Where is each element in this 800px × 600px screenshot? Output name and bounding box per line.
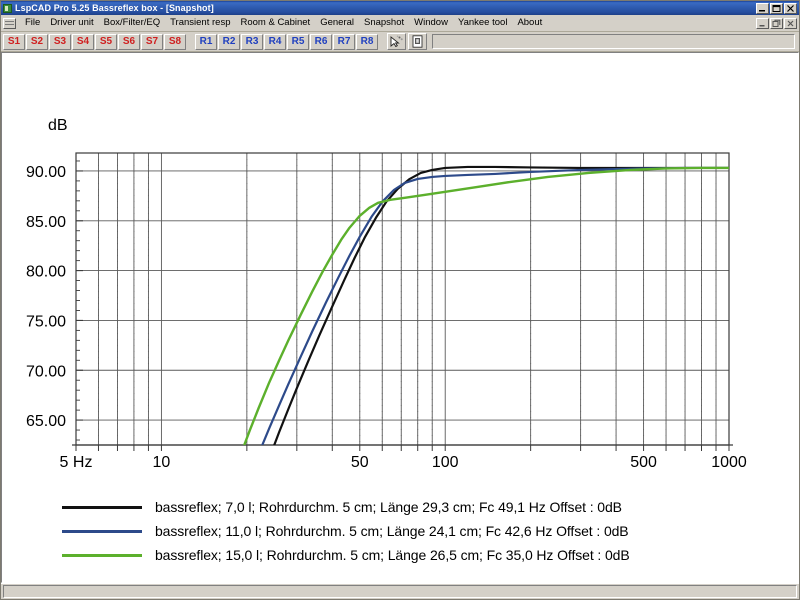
mdi-restore-button[interactable] [770,17,783,29]
menu-item-room-cabinet[interactable]: Room & Cabinet [235,16,315,30]
window-title: LspCAD Pro 5.25 Bassreflex box - [Snapsh… [15,3,214,13]
snapshot-button-s6[interactable]: S6 [118,33,140,50]
snapshot-button-s8[interactable]: S8 [164,33,186,50]
print-preview-icon[interactable] [408,33,427,50]
y-axis-tick-label: 65.00 [26,413,66,430]
status-text [3,585,797,598]
reference-button-r3[interactable]: R3 [241,33,263,50]
x-axis-tick-label: 500 [630,454,657,471]
legend-item: bassreflex; 7,0 l; Rohrdurchm. 5 cm; Län… [2,495,792,519]
mdi-system-menu-icon[interactable] [3,17,16,29]
x-axis-tick-label: 10 [153,454,171,471]
snapshot-button-s2[interactable]: S2 [26,33,48,50]
minimize-button[interactable] [756,2,769,14]
menu-item-general[interactable]: General [315,16,359,30]
cursor-tool-icon[interactable] [387,33,406,50]
x-axis-tick-label: 5 Hz [60,454,93,471]
mdi-window-controls [756,17,799,29]
menu-item-snapshot[interactable]: Snapshot [359,16,409,30]
title-bar: LspCAD Pro 5.25 Bassreflex box - [Snapsh… [1,1,799,15]
status-bar [1,583,799,599]
y-axis-tick-label: 80.00 [26,264,66,281]
y-axis-title: dB [48,117,68,134]
menu-item-about[interactable]: About [512,16,547,30]
reference-button-r1[interactable]: R1 [195,33,217,50]
snapshot-button-s5[interactable]: S5 [95,33,117,50]
x-axis-tick-label: 100 [432,454,459,471]
menu-item-transient-resp[interactable]: Transient resp [165,16,235,30]
legend-item: bassreflex; 11,0 l; Rohrdurchm. 5 cm; Lä… [2,519,792,543]
snapshot-button-s4[interactable]: S4 [72,33,94,50]
y-axis-tick-label: 70.00 [26,363,66,380]
menu-item-window[interactable]: Window [409,16,453,30]
menu-item-yankee-tool[interactable]: Yankee tool [453,16,512,30]
window-controls [756,2,798,14]
menu-item-driver-unit[interactable]: Driver unit [45,16,98,30]
legend-swatch-series-1 [62,505,142,509]
toolbar-text-field[interactable] [432,34,795,49]
lspcad-app-icon[interactable] [3,3,12,13]
y-axis-tick-label: 75.00 [26,313,66,330]
chart-legend: bassreflex; 7,0 l; Rohrdurchm. 5 cm; Län… [2,495,792,567]
legend-item: bassreflex; 15,0 l; Rohrdurchm. 5 cm; Lä… [2,543,792,567]
legend-swatch-series-2 [62,529,142,533]
x-axis-tick-label: 1000 [711,454,747,471]
close-button[interactable] [784,2,797,14]
snapshot-button-s1[interactable]: S1 [3,33,25,50]
y-axis-tick-label: 90.00 [26,164,66,181]
snapshot-button-s3[interactable]: S3 [49,33,71,50]
legend-label-series-3: bassreflex; 15,0 l; Rohrdurchm. 5 cm; Lä… [155,547,630,563]
reference-button-r4[interactable]: R4 [264,33,286,50]
maximize-button[interactable] [770,2,783,14]
reference-button-r2[interactable]: R2 [218,33,240,50]
legend-swatch-series-3 [62,553,142,557]
y-axis-tick-label: 85.00 [26,214,66,231]
reference-button-r5[interactable]: R5 [287,33,309,50]
menu-item-box-filter-eq[interactable]: Box/Filter/EQ [99,16,166,30]
menu-item-file[interactable]: File [20,16,45,30]
mdi-minimize-button[interactable] [756,17,769,29]
snapshot-document-area: 90.00 85.00 80.00 75.00 70.00 65.00 dB 5 Hz 10 50… [1,52,799,583]
legend-label-series-1: bassreflex; 7,0 l; Rohrdurchm. 5 cm; Län… [155,499,622,515]
snapshot-button-s7[interactable]: S7 [141,33,163,50]
x-axis-tick-label: 50 [351,454,369,471]
mdi-close-button[interactable] [784,17,797,29]
reference-button-r6[interactable]: R6 [310,33,332,50]
reference-button-r8[interactable]: R8 [356,33,378,50]
legend-label-series-2: bassreflex; 11,0 l; Rohrdurchm. 5 cm; Lä… [155,523,629,539]
application-window: LspCAD Pro 5.25 Bassreflex box - [Snapsh… [0,0,800,600]
toolbar: S1 S2 S3 S4 S5 S6 S7 S8 R1 R2 R3 R4 R5 R… [1,32,799,52]
menu-bar: File Driver unit Box/Filter/EQ Transient… [1,15,799,32]
reference-button-r7[interactable]: R7 [333,33,355,50]
